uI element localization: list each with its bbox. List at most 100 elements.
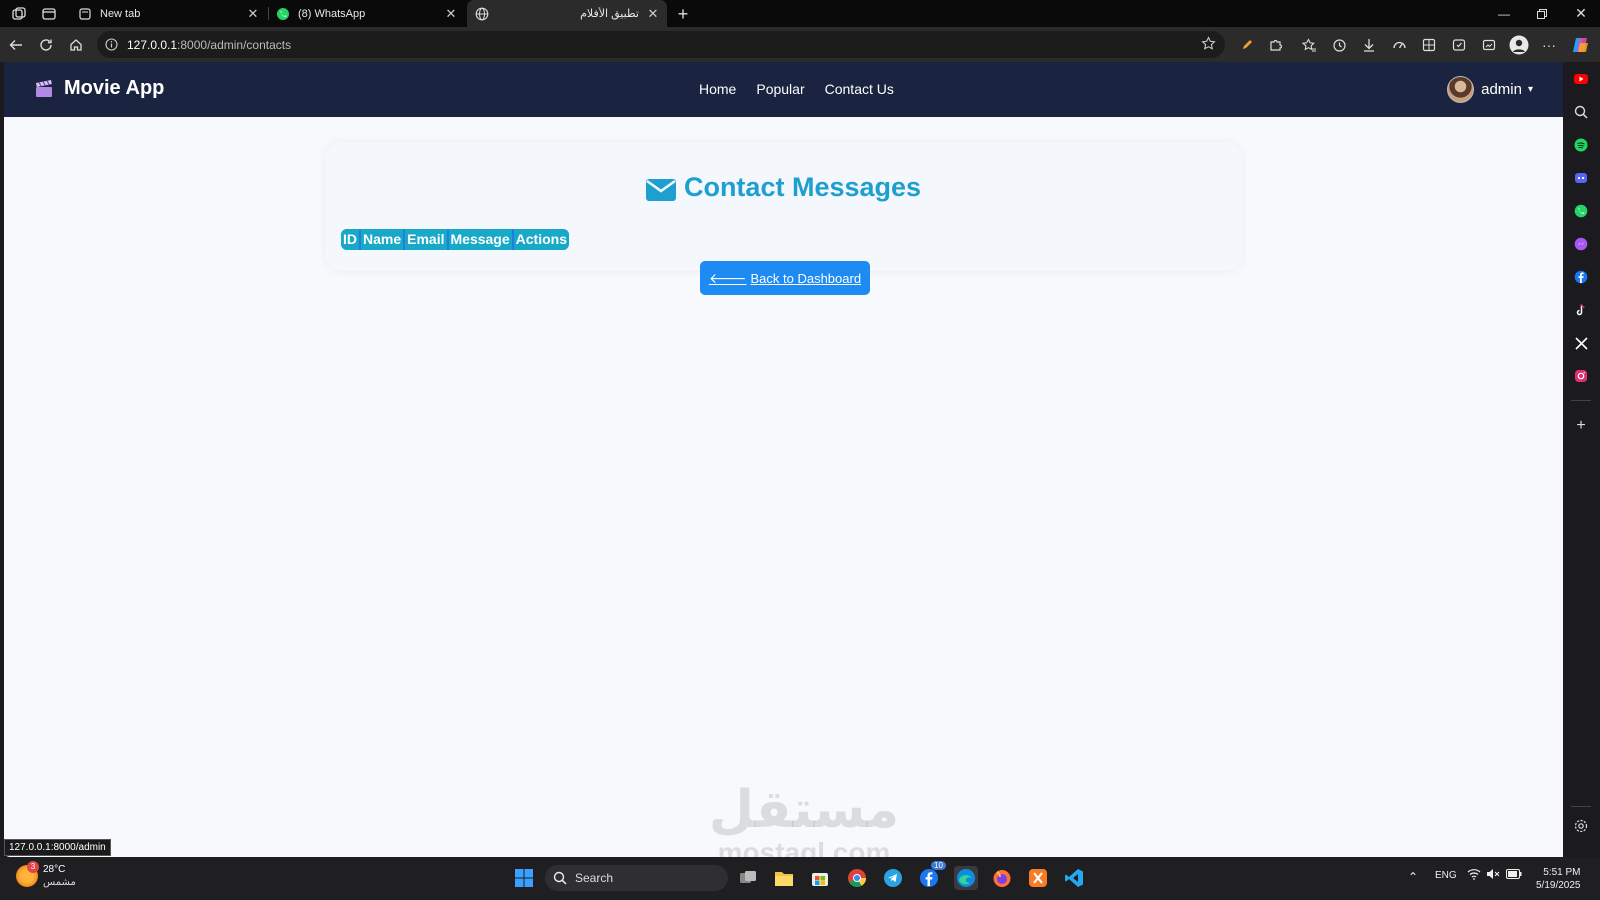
tab-whatsapp[interactable]: (8) WhatsApp ✕ — [268, 0, 465, 27]
watermark-latin: mostaql.com — [717, 837, 891, 858]
spotify-icon[interactable] — [1572, 136, 1590, 154]
windows-start-icon[interactable] — [512, 866, 536, 890]
settings-gear-icon[interactable] — [1572, 817, 1590, 835]
column-header-email: Email — [405, 229, 447, 250]
back-arrow-icon[interactable] — [5, 34, 27, 56]
battery-icon[interactable] — [1506, 869, 1522, 882]
tab-movie-app[interactable]: تطبيق الأفلام ✕ — [467, 0, 667, 27]
screenshot-icon[interactable] — [1478, 34, 1500, 56]
column-header-actions: Actions — [513, 229, 569, 250]
notification-badge: 3 — [27, 861, 39, 873]
browser-essentials-icon[interactable] — [1448, 34, 1470, 56]
search-icon[interactable] — [1572, 103, 1590, 121]
favorites-icon[interactable] — [1298, 34, 1320, 56]
system-clock[interactable]: 5:51 PM 5/19/2025 — [1536, 866, 1581, 892]
youtube-icon[interactable] — [1572, 70, 1590, 88]
nav-link-home[interactable]: Home — [699, 81, 736, 97]
watermark-arabic: مستقل — [708, 780, 900, 840]
telegram-icon[interactable] — [881, 866, 905, 890]
close-tab-icon[interactable]: ✕ — [245, 6, 261, 22]
close-tab-icon[interactable]: ✕ — [645, 6, 661, 22]
close-window-icon[interactable]: ✕ — [1562, 0, 1600, 27]
tab-new-tab[interactable]: New tab ✕ — [70, 0, 267, 27]
clapperboard-icon — [34, 79, 54, 99]
restore-icon[interactable] — [1523, 0, 1561, 27]
performance-icon[interactable] — [1388, 34, 1410, 56]
whatsapp-icon — [276, 7, 290, 21]
status-url-tooltip: 127.0.0.1:8000/admin — [4, 839, 111, 856]
pen-extension-icon[interactable] — [1236, 34, 1258, 56]
facebook-app-icon[interactable]: 10 — [917, 861, 946, 890]
x-twitter-icon[interactable] — [1572, 334, 1590, 352]
home-icon[interactable] — [65, 34, 87, 56]
wifi-icon[interactable] — [1467, 868, 1481, 883]
tab-label: تطبيق الأفلام — [580, 8, 639, 20]
add-plus-icon[interactable]: + — [1572, 417, 1590, 435]
search-label: Search — [575, 871, 614, 885]
copilot-icon[interactable] — [1570, 34, 1592, 56]
windows-taskbar: 3 28°C مشمس Search 10 ⌃ ENG 5:51 PM 5/19… — [0, 857, 1600, 900]
tab-actions-icon[interactable] — [40, 5, 58, 23]
minimize-icon[interactable]: — — [1485, 0, 1523, 27]
download-icon[interactable] — [1358, 34, 1380, 56]
site-info-icon[interactable] — [103, 37, 119, 53]
new-tab-icon — [78, 7, 92, 21]
profile-avatar-icon[interactable] — [1508, 34, 1530, 56]
column-header-name: Name — [361, 229, 404, 250]
globe-icon — [475, 7, 489, 21]
more-menu-icon[interactable]: ··· — [1538, 34, 1560, 56]
firefox-icon[interactable] — [990, 866, 1014, 890]
facebook-icon[interactable] — [1572, 268, 1590, 286]
new-tab-plus-icon[interactable]: + — [674, 4, 692, 24]
nav-link-popular[interactable]: Popular — [756, 81, 804, 97]
tab-label: New tab — [100, 7, 141, 20]
sidebar-divider — [1571, 806, 1591, 807]
weather-desc: مشمس — [43, 877, 76, 888]
xampp-icon[interactable] — [1026, 866, 1050, 890]
url-path: :8000/admin/contacts — [177, 37, 292, 52]
vscode-icon[interactable] — [1062, 866, 1086, 890]
volume-muted-icon[interactable] — [1486, 868, 1500, 883]
workspaces-icon[interactable] — [10, 5, 28, 23]
language-indicator[interactable]: ENG — [1435, 870, 1457, 881]
edge-icon[interactable] — [954, 866, 978, 890]
url-host: 127.0.0.1 — [127, 37, 178, 52]
browser-sidebar: + — [1563, 62, 1600, 857]
avatar — [1447, 76, 1475, 103]
microsoft-store-icon[interactable] — [808, 866, 832, 890]
nav-link-contact-us[interactable]: Contact Us — [825, 81, 894, 97]
refresh-icon[interactable] — [35, 34, 57, 56]
site-navbar: Movie App Home Popular Contact Us admin … — [4, 62, 1563, 117]
clock-time: 5:51 PM — [1543, 867, 1581, 878]
whatsapp-icon[interactable] — [1572, 202, 1590, 220]
messenger-icon[interactable] — [1572, 235, 1590, 253]
file-explorer-icon[interactable] — [772, 866, 796, 890]
task-view-icon[interactable] — [736, 866, 760, 890]
extensions-puzzle-icon[interactable] — [1265, 34, 1287, 56]
search-icon — [553, 871, 567, 885]
brand-logo[interactable]: Movie App — [34, 77, 164, 100]
chrome-icon[interactable] — [845, 866, 869, 890]
back-to-dashboard-button[interactable]: 🡐 Back to Dashboard — [700, 261, 870, 295]
user-menu[interactable]: admin ▾ — [1447, 76, 1533, 103]
watermark: مستقل mostaql.com — [704, 782, 904, 857]
favorite-star-icon[interactable] — [1201, 36, 1217, 52]
instagram-icon[interactable] — [1572, 367, 1590, 385]
clock-date: 5/19/2025 — [1536, 880, 1581, 891]
close-tab-icon[interactable]: ✕ — [443, 6, 459, 22]
arrow-left-icon: 🡐 — [708, 269, 747, 286]
history-icon[interactable] — [1328, 34, 1350, 56]
discord-icon[interactable] — [1572, 169, 1590, 187]
column-header-message: Message — [448, 229, 512, 250]
column-header-id: ID — [341, 229, 359, 250]
taskbar-search[interactable]: Search — [545, 865, 728, 891]
collections-icon[interactable] — [1418, 34, 1440, 56]
address-bar[interactable]: 127.0.0.1:8000/admin/contacts — [97, 31, 1225, 58]
facebook-notification-badge: 10 — [931, 861, 946, 870]
user-name: admin — [1481, 81, 1522, 98]
tiktok-icon[interactable] — [1572, 301, 1590, 319]
weather-widget[interactable]: 3 28°C مشمس — [16, 861, 76, 889]
tray-chevron-up-icon[interactable]: ⌃ — [1408, 870, 1418, 884]
weather-text: 28°C مشمس — [43, 863, 76, 889]
main-nav: Home Popular Contact Us — [699, 81, 894, 97]
